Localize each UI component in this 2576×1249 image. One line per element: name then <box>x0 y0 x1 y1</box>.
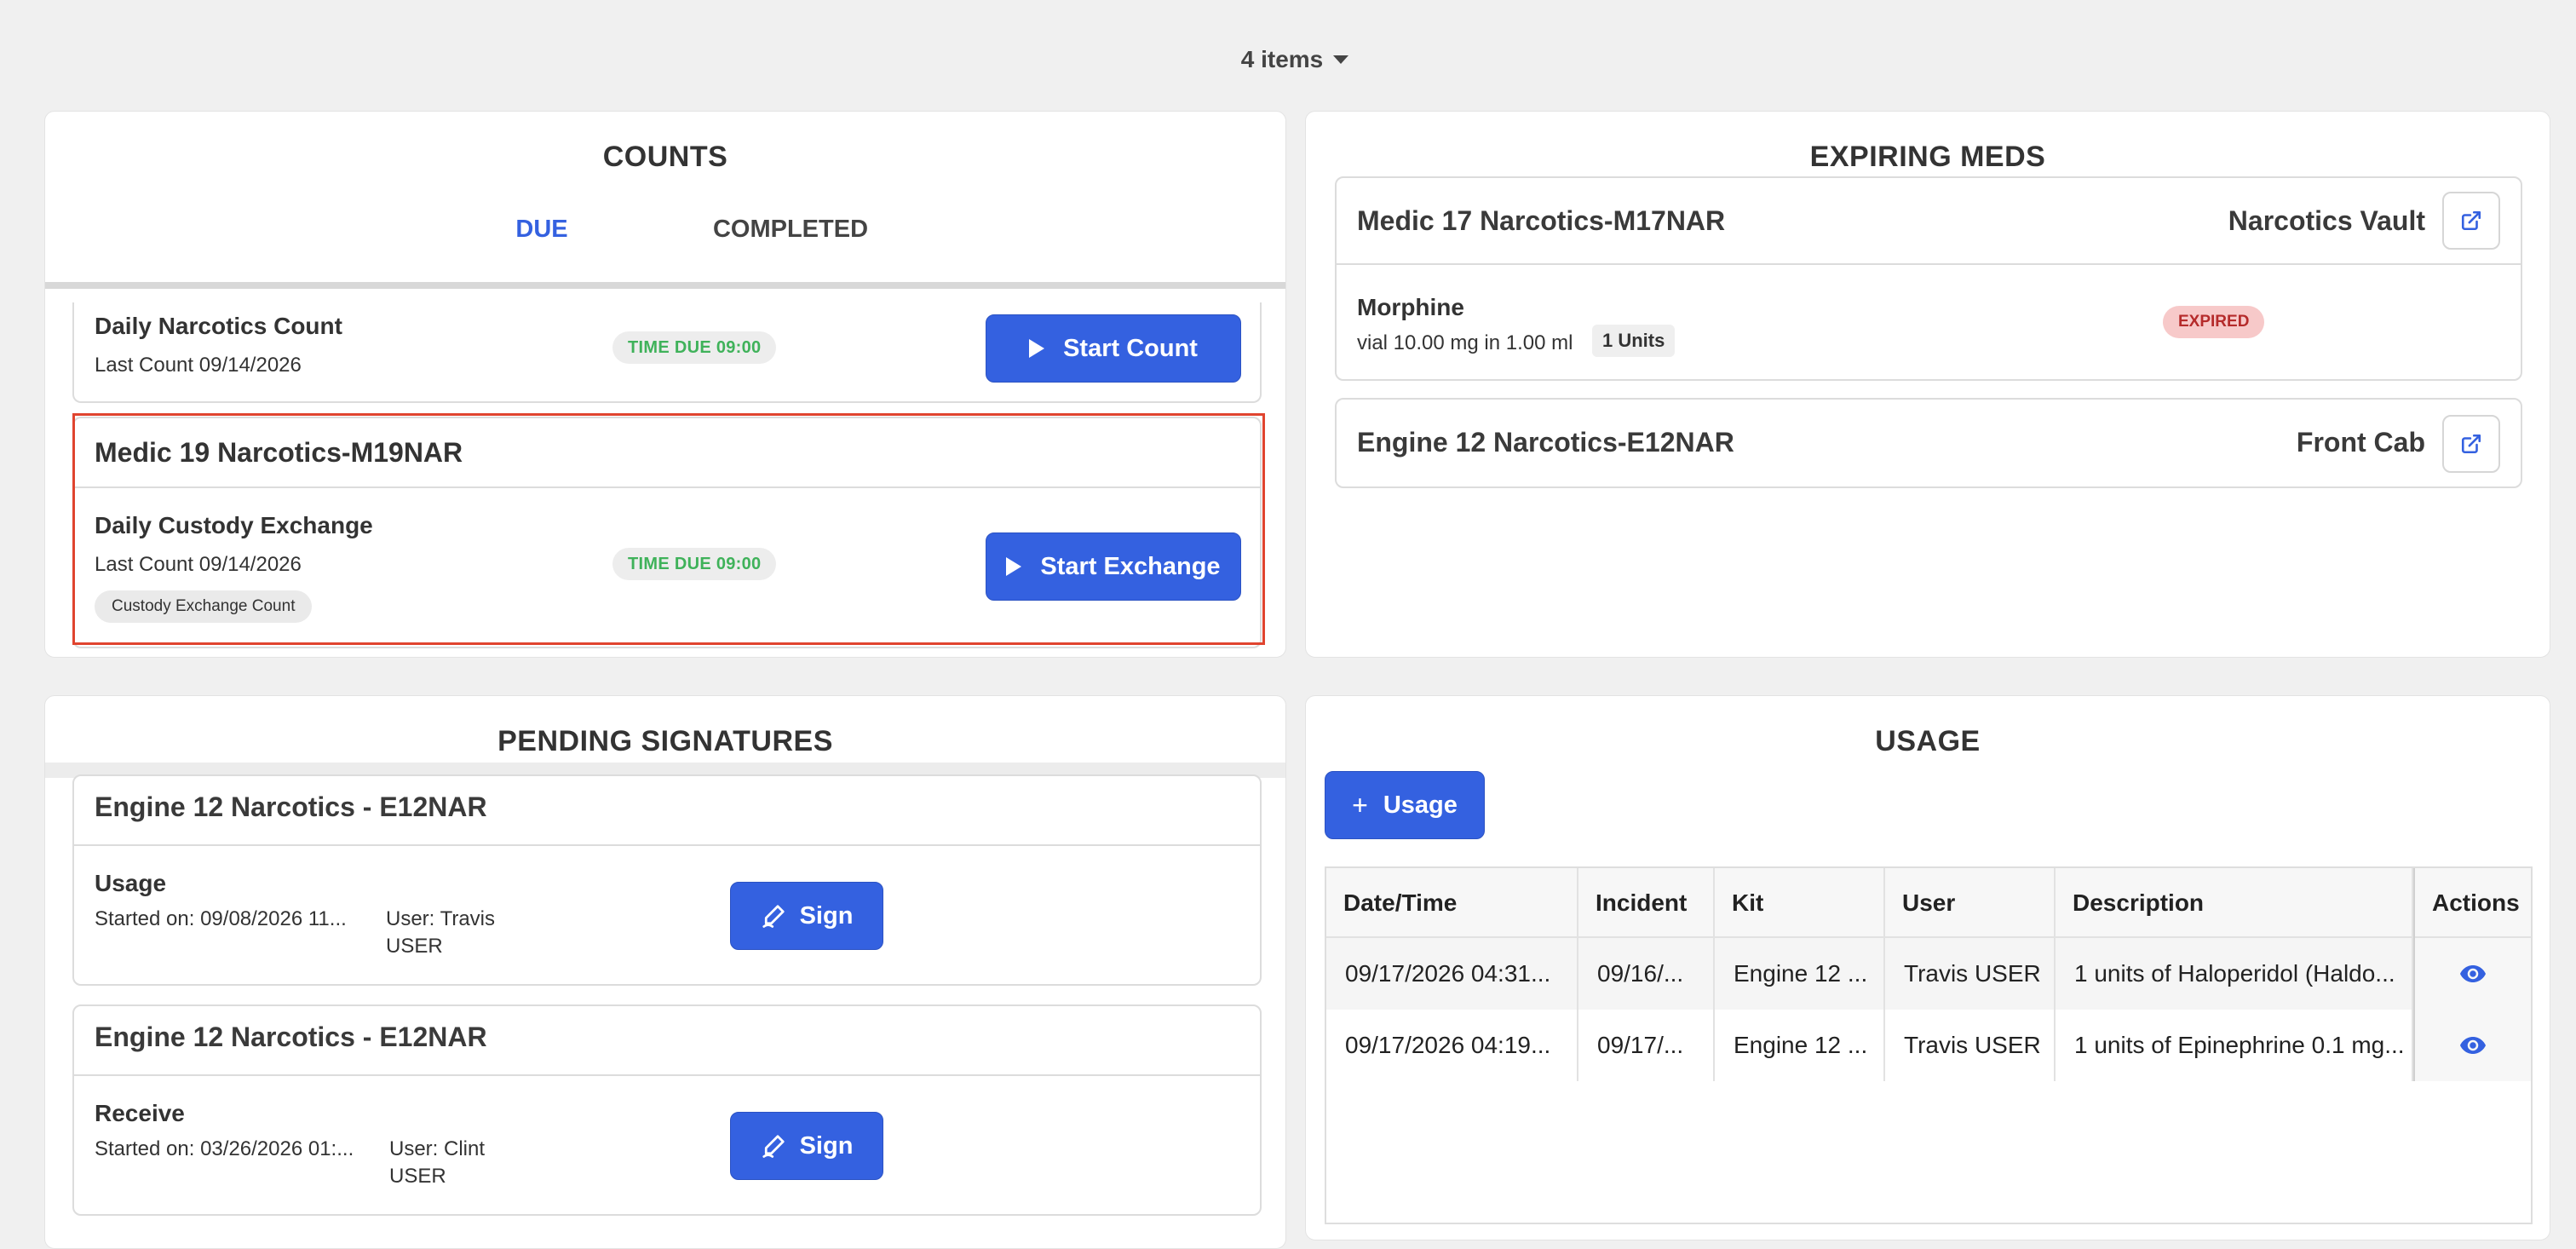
expiring-kit-card: Medic 17 Narcotics-M17NAR Narcotics Vaul… <box>1335 176 2522 381</box>
start-count-label: Start Count <box>1063 334 1198 362</box>
med-detail: vial 10.00 mg in 1.00 ml <box>1357 331 1573 354</box>
counts-panel: COUNTS DUE COMPLETED Daily Narcotics Cou… <box>44 111 1286 658</box>
usage-panel: USAGE + Usage Date/Time Incident Kit Use… <box>1305 695 2550 1240</box>
pending-title: PENDING SIGNATURES <box>497 725 833 757</box>
view-usage-button[interactable] <box>2413 1010 2531 1081</box>
table-row[interactable]: 09/17/2026 04:31... 09/16/... Engine 12 … <box>1326 938 2531 1010</box>
sign-label: Sign <box>799 1131 854 1160</box>
tabs-divider <box>45 282 1285 289</box>
cell-description: 1 units of Haloperidol (Haldo... <box>2056 938 2413 1010</box>
expiring-title: EXPIRING MEDS <box>1809 141 2046 173</box>
sign-button[interactable]: Sign <box>730 882 883 950</box>
cell-kit: Engine 12 ... <box>1715 938 1885 1010</box>
sign-label: Sign <box>799 901 854 930</box>
add-usage-button[interactable]: + Usage <box>1325 771 1485 839</box>
eye-icon <box>2460 965 2486 982</box>
signature-icon <box>762 905 785 928</box>
column-header-incident[interactable]: Incident <box>1578 868 1715 938</box>
column-header-user[interactable]: User <box>1885 868 2056 938</box>
expiring-meds-panel: EXPIRING MEDS Medic 17 Narcotics-M17NAR … <box>1305 111 2550 658</box>
cell-datetime: 09/17/2026 04:31... <box>1326 938 1578 1010</box>
cell-incident: 09/16/... <box>1578 938 1715 1010</box>
user-first: User: Travis <box>386 907 496 930</box>
expired-badge: EXPIRED <box>2163 306 2265 338</box>
caret-down-icon <box>1333 55 1349 64</box>
signature-icon <box>762 1135 785 1158</box>
kit-name: Medic 17 Narcotics-M17NAR <box>1357 205 1726 236</box>
pending-signatures-panel: PENDING SIGNATURES Engine 12 Narcotics -… <box>44 695 1286 1249</box>
usage-title: USAGE <box>1875 725 1981 757</box>
time-due-badge: TIME DUE 09:00 <box>612 331 777 364</box>
user-last: USER <box>386 935 443 958</box>
kit-name: Engine 12 Narcotics - E12NAR <box>95 1022 487 1052</box>
user-first: User: Clint <box>389 1137 486 1160</box>
play-icon <box>1029 339 1045 358</box>
kit-location: Front Cab <box>2296 427 2425 458</box>
last-count: Last Count 09/14/2026 <box>95 354 302 377</box>
pending-card: Engine 12 Narcotics - E12NAR Receive Sta… <box>72 1004 1262 1216</box>
units-chip: 1 Units <box>1592 325 1676 357</box>
plus-icon: + <box>1352 789 1368 820</box>
eye-icon <box>2460 1037 2486 1054</box>
med-name: Morphine <box>1357 294 1464 320</box>
kit-location: Narcotics Vault <box>2228 205 2425 236</box>
view-usage-button[interactable] <box>2413 938 2531 1010</box>
table-header: Date/Time Incident Kit User Description … <box>1326 868 2531 938</box>
start-count-button[interactable]: Start Count <box>986 314 1241 383</box>
card-divider <box>74 844 1260 846</box>
cell-user: Travis USER <box>1885 1010 2056 1081</box>
items-dropdown[interactable]: 4 items <box>1218 41 1371 78</box>
kit-name: Engine 12 Narcotics - E12NAR <box>95 791 487 822</box>
selection-highlight <box>72 413 1265 645</box>
kit-name: Engine 12 Narcotics-E12NAR <box>1357 427 1734 458</box>
column-header-actions: Actions <box>2413 868 2531 938</box>
signature-type: Receive <box>95 1100 185 1126</box>
open-external-button[interactable] <box>2442 192 2500 250</box>
column-header-description[interactable]: Description <box>2056 868 2413 938</box>
cell-description: 1 units of Epinephrine 0.1 mg... <box>2056 1010 2413 1081</box>
column-header-kit[interactable]: Kit <box>1715 868 1885 938</box>
expiring-kit-card: Engine 12 Narcotics-E12NAR Front Cab <box>1335 398 2522 488</box>
card-divider <box>1337 263 2521 265</box>
count-task-name: Daily Narcotics Count <box>95 313 342 339</box>
pending-card: Engine 12 Narcotics - E12NAR Usage Start… <box>72 774 1262 986</box>
signature-type: Usage <box>95 870 167 896</box>
cell-datetime: 09/17/2026 04:19... <box>1326 1010 1578 1081</box>
external-link-icon <box>2461 434 2481 454</box>
tab-completed[interactable]: COMPLETED <box>666 214 915 287</box>
external-link-icon <box>2461 210 2481 231</box>
started-on: Started on: 03/26/2026 01:... <box>95 1137 354 1160</box>
open-external-button[interactable] <box>2442 415 2500 473</box>
cell-kit: Engine 12 ... <box>1715 1010 1885 1081</box>
user-last: USER <box>389 1165 446 1188</box>
add-usage-label: Usage <box>1383 791 1458 819</box>
cell-incident: 09/17/... <box>1578 1010 1715 1081</box>
cell-user: Travis USER <box>1885 938 2056 1010</box>
column-header-datetime[interactable]: Date/Time <box>1326 868 1578 938</box>
items-count-label: 4 items <box>1240 46 1324 72</box>
table-row[interactable]: 09/17/2026 04:19... 09/17/... Engine 12 … <box>1326 1010 2531 1081</box>
card-divider <box>74 1074 1260 1076</box>
tab-due[interactable]: DUE <box>417 214 666 287</box>
usage-table: Date/Time Incident Kit User Description … <box>1325 866 2533 1224</box>
started-on: Started on: 09/08/2026 11... <box>95 907 347 930</box>
count-card: Daily Narcotics Count Last Count 09/14/2… <box>72 302 1262 403</box>
sign-button[interactable]: Sign <box>730 1112 883 1180</box>
